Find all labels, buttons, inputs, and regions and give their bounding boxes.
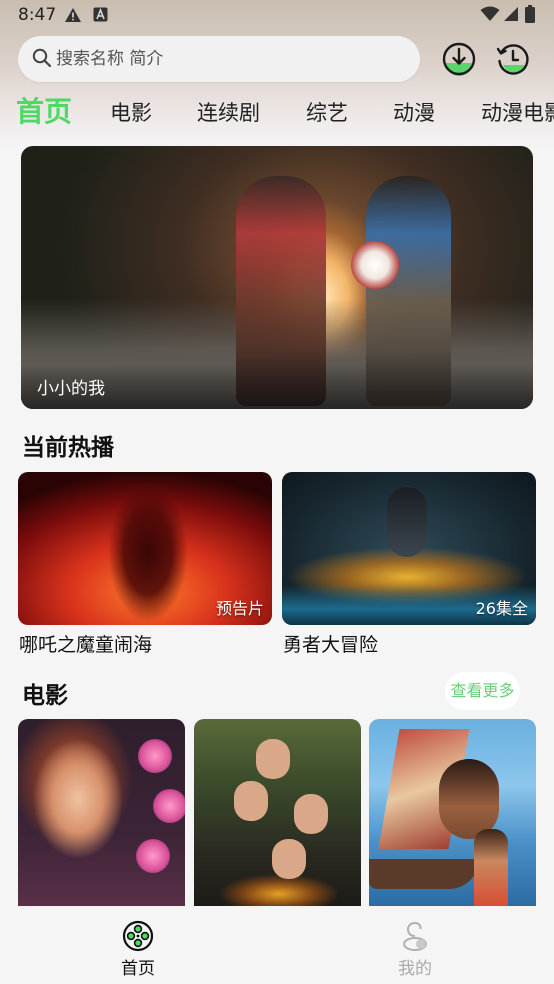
hot-section-title: 当前热播 [22,435,114,461]
download-icon [442,42,476,76]
poster-face [272,839,306,879]
poster-flower [153,789,185,823]
wifi-icon [480,6,500,26]
nav-mine[interactable]: 我的 [355,906,475,984]
poster-boat [369,859,479,889]
hot-card-badge: 26集全 [475,599,528,618]
movie-poster[interactable] [194,719,361,909]
hot-card-poster[interactable]: 26集全 [282,472,536,625]
tab-series[interactable]: 连续剧 [197,90,260,138]
category-tabs: 首页 电影 连续剧 综艺 动漫 动漫电影 [0,90,554,138]
poster-face [256,739,290,779]
featured-banner[interactable]: 小小的我 [21,146,533,409]
movie-poster[interactable] [18,719,185,909]
poster-figure [387,487,427,557]
hot-card-title[interactable]: 勇者大冒险 [283,630,378,657]
hot-card-poster[interactable]: 预告片 [18,472,272,625]
poster-figure [439,759,499,839]
download-button[interactable] [441,41,477,77]
hot-card-badge: 预告片 [215,599,264,618]
poster-face [234,781,268,821]
tab-anime[interactable]: 动漫 [393,90,435,138]
nav-mine-label: 我的 [398,959,432,979]
history-icon [496,44,529,75]
tab-variety[interactable]: 综艺 [306,90,348,138]
notification-a-icon [93,7,108,26]
tab-home[interactable]: 首页 [16,90,72,138]
bottom-nav: 首页 我的 [0,906,554,984]
status-time: 8:47 [18,5,57,25]
nav-home-label: 首页 [121,959,155,979]
profile-icon [403,922,427,951]
warning-icon [64,7,82,27]
poster-face [294,794,328,834]
search-input[interactable] [56,36,406,82]
poster-flower [136,839,170,873]
status-bar: 8:47 [0,0,554,32]
film-reel-icon [122,920,154,952]
search-box[interactable] [18,36,420,82]
see-more-button[interactable]: 查看更多 [445,672,520,710]
tab-movie[interactable]: 电影 [110,90,152,138]
banner-title: 小小的我 [37,379,105,399]
history-button[interactable] [495,41,531,77]
poster-flower [138,739,172,773]
battery-icon [525,5,535,27]
nav-home[interactable]: 首页 [78,906,198,984]
tab-anime-movie[interactable]: 动漫电影 [481,90,554,138]
hot-card-title[interactable]: 哪吒之魔童闹海 [19,630,152,657]
search-icon [32,48,52,68]
movie-poster[interactable] [369,719,536,909]
poster-figure [474,829,508,909]
movie-section-title: 电影 [22,683,68,709]
signal-icon [503,6,519,26]
banner-drum [351,241,399,289]
